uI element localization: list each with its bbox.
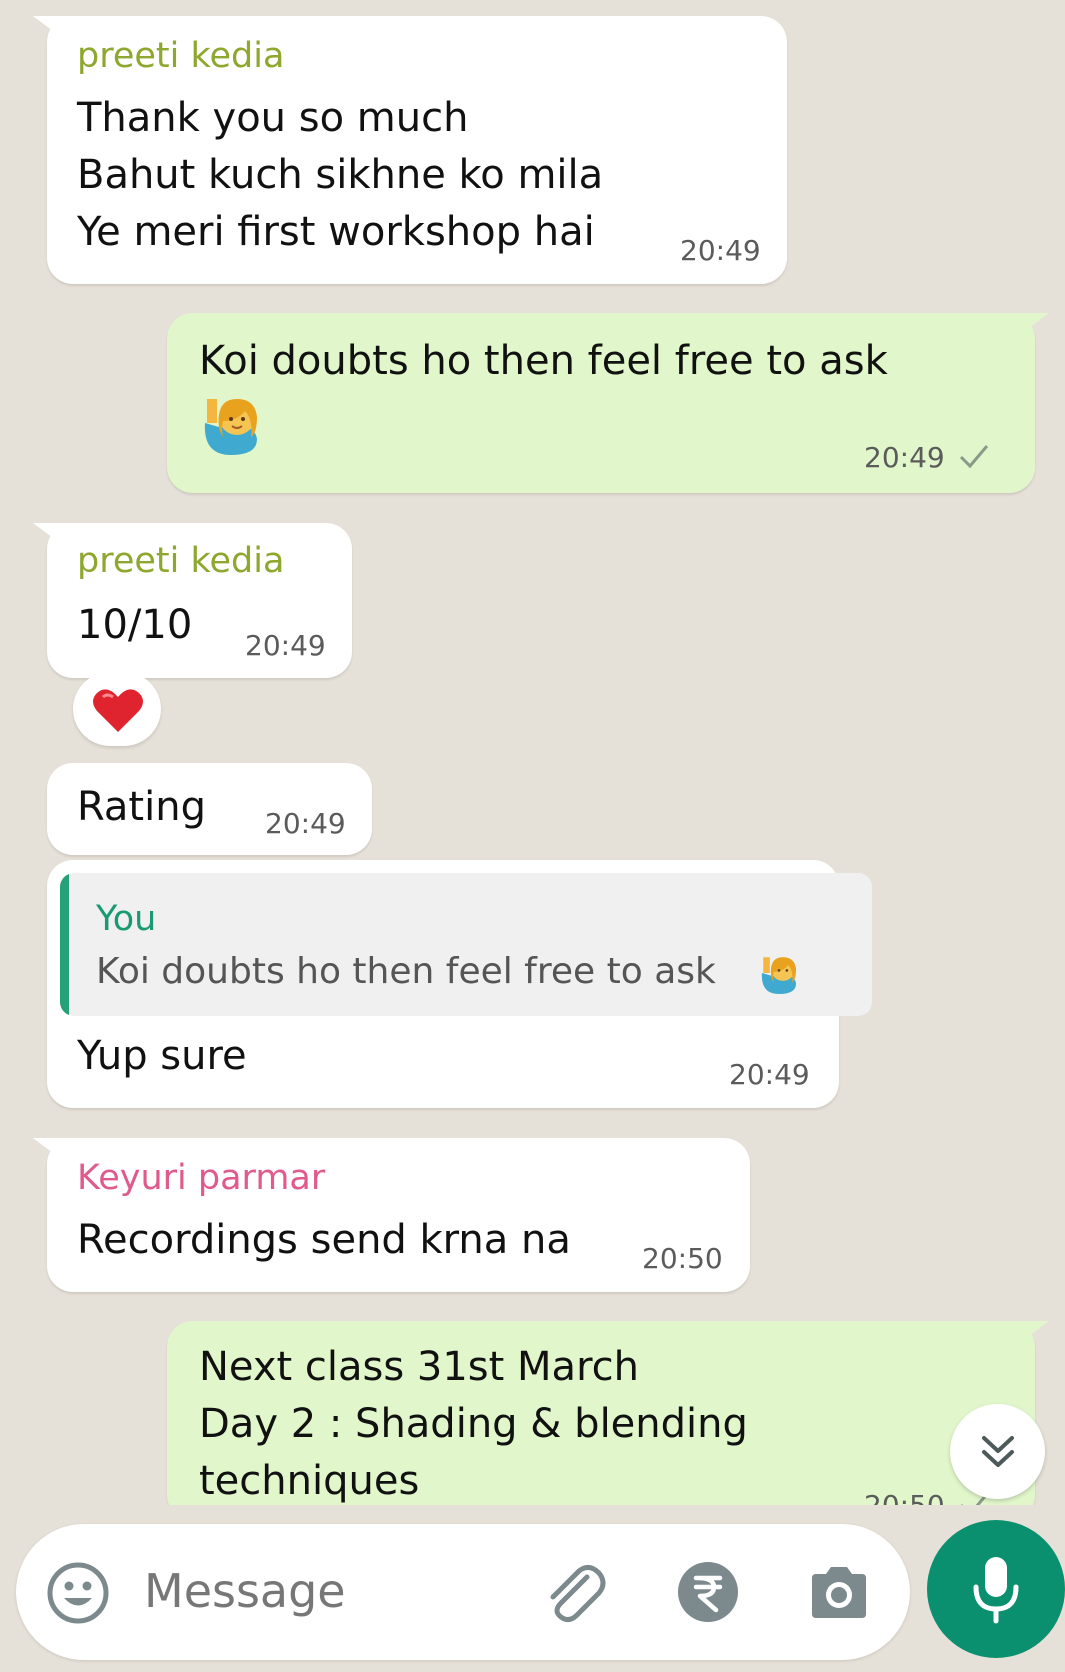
message-bubble-outgoing[interactable]: Koi doubts ho then feel free to ask 20:4… [167,313,1049,493]
message-line: Thank you so much [77,95,469,141]
mic-icon [973,1557,1019,1624]
quote-text: Koi doubts ho then feel free to ask [96,951,716,992]
message-line: Bahut kuch sikhne ko mila [77,152,604,198]
message-time: 20:50 [864,1489,945,1505]
message-time: 20:49 [864,441,945,474]
sender-name: preeti kedia [77,36,285,76]
chat-area[interactable]: preeti kedia Thank you so much Bahut kuc… [0,0,1065,1505]
bubble-tail [1009,313,1049,343]
quote-bar [60,873,69,1016]
message-time: 20:50 [642,1242,723,1275]
message-time: 20:49 [245,629,326,662]
paperclip-icon[interactable] [541,1559,607,1625]
rupee-payment-icon[interactable] [676,1560,740,1624]
message-bubble-outgoing[interactable]: Next class 31st March Day 2 : Shading & … [167,1321,1049,1505]
message-time: 20:49 [680,234,761,267]
message-bubble-incoming[interactable]: preeti kedia 10/10 20:49 [33,523,352,678]
message-input[interactable]: Message [144,1564,346,1618]
camera-icon[interactable] [806,1562,872,1622]
bubble-tail [33,523,73,553]
message-line: Next class 31st March [199,1344,639,1390]
person-raising-hand-emoji-icon [758,953,800,1001]
message-composer[interactable]: Message [16,1524,910,1660]
message-time: 20:49 [729,1058,810,1091]
message-line: Koi doubts ho then feel free to ask [199,338,888,384]
message-text: Rating [77,784,206,830]
double-chevron-down-icon [982,1436,1014,1467]
bubble-tail [33,1138,73,1168]
message-bubble-incoming[interactable]: Rating 20:49 [47,763,372,855]
sender-name: preeti kedia [77,541,285,581]
emoji-icon[interactable] [46,1561,110,1625]
message-line: techniques [199,1458,420,1504]
mic-button[interactable] [927,1520,1065,1658]
message-bubble-incoming[interactable]: preeti kedia Thank you so much Bahut kuc… [33,16,787,284]
sender-name: Keyuri parmar [77,1158,326,1198]
bubble-tail [1009,1321,1049,1351]
message-line: Day 2 : Shading & blending [199,1401,748,1447]
single-check-icon [959,445,989,469]
message-text: 10/10 [77,602,193,648]
message-text: Recordings send krna na [77,1217,571,1263]
person-raising-hand-emoji-icon [199,393,263,463]
reaction-badge[interactable] [73,672,161,746]
message-time: 20:49 [265,807,346,840]
message-bubble-incoming[interactable]: You Koi doubts ho then feel free to ask … [47,860,872,1108]
quote-author: You [96,899,157,939]
scroll-to-bottom-button[interactable] [950,1404,1045,1499]
red-heart-emoji-icon [91,685,145,739]
bubble-tail [33,16,73,46]
message-text: Yup sure [77,1033,247,1079]
message-bubble-incoming[interactable]: Keyuri parmar Recordings send krna na 20… [33,1138,750,1292]
message-line: Ye meri first workshop hai [77,209,595,255]
quoted-message[interactable]: You Koi doubts ho then feel free to ask [60,873,872,1016]
